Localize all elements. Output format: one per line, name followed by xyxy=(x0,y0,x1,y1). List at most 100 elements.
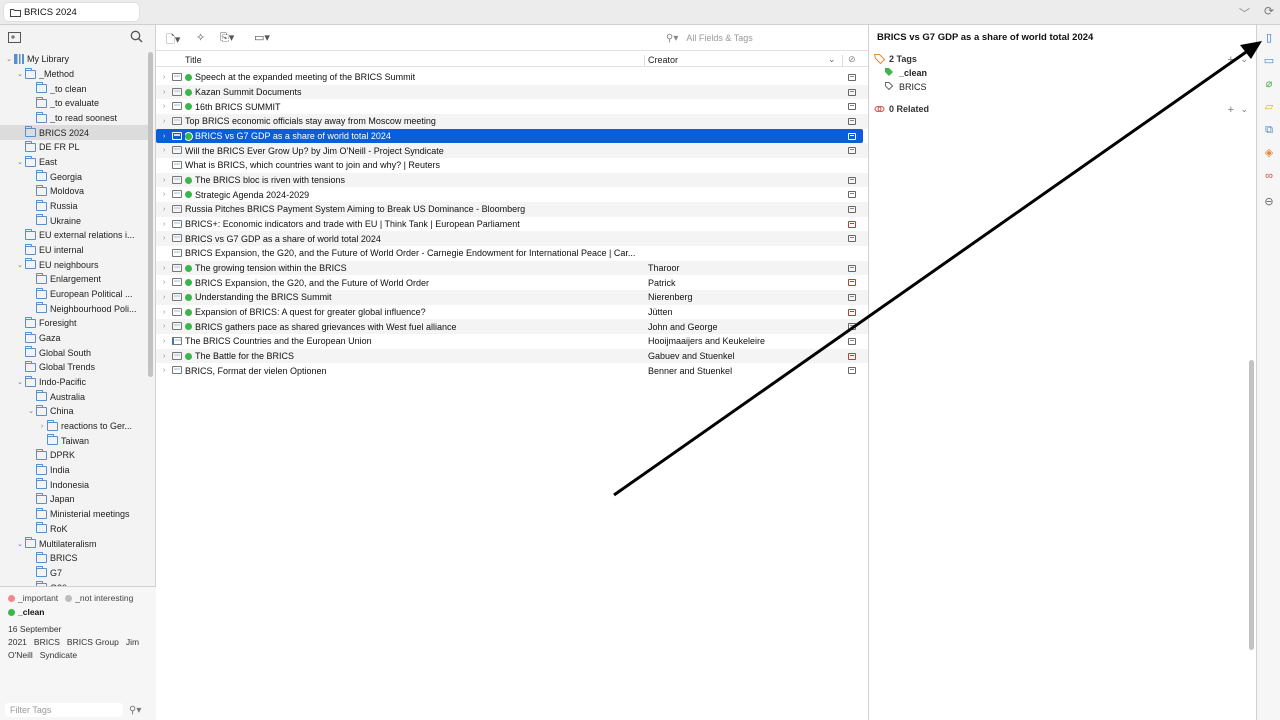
magic-wand-icon[interactable]: ✧ xyxy=(196,31,205,44)
creator-column-header[interactable]: Creator xyxy=(648,55,678,65)
search-bar[interactable]: ⚲▾ All Fields & Tags xyxy=(666,31,866,45)
filter-icon[interactable]: ⚲▾ xyxy=(129,705,141,716)
collection-item[interactable]: Global South xyxy=(0,345,148,360)
snapshot-icon[interactable] xyxy=(848,132,856,140)
collection-item[interactable]: ⌄ EU neighbours xyxy=(0,257,148,272)
tag-label[interactable]: BRICS Group xyxy=(67,637,119,647)
table-row[interactable]: › The BRICS bloc is riven with tensions xyxy=(156,172,868,188)
collection-tab[interactable]: BRICS 2024 xyxy=(4,3,139,21)
table-row[interactable]: › BRICS Expansion, the G20, and the Futur… xyxy=(156,275,868,290)
chevron-down-icon[interactable]: ⌄ xyxy=(26,407,36,415)
table-row[interactable]: › Will the BRICS Ever Grow Up? by Jim O'N… xyxy=(156,143,868,159)
table-row[interactable]: › 16th BRICS SUMMIT xyxy=(156,99,868,114)
snapshot-icon[interactable] xyxy=(848,147,856,155)
collection-item[interactable]: Australia xyxy=(0,389,148,404)
paperclip-icon[interactable]: ⊘ xyxy=(848,54,856,65)
chevron-right-icon[interactable]: › xyxy=(163,147,171,154)
snapshot-icon[interactable] xyxy=(848,323,856,331)
snapshot-icon[interactable] xyxy=(848,338,856,346)
chevron-down-icon[interactable]: ⌄ xyxy=(1240,104,1248,115)
tag-chip[interactable]: _not interesting xyxy=(65,593,133,603)
collection-item[interactable]: EU internal xyxy=(0,243,148,258)
table-row[interactable]: › BRICS gathers pace as shared grievances… xyxy=(156,319,868,335)
chevron-right-icon[interactable]: › xyxy=(163,221,171,228)
snapshot-icon[interactable] xyxy=(848,264,856,272)
collection-item[interactable]: Moldova xyxy=(0,184,148,199)
chevron-right-icon[interactable]: › xyxy=(163,206,171,213)
collection-item[interactable]: Ministerial meetings xyxy=(0,507,148,522)
chevron-right-icon[interactable]: › xyxy=(163,323,171,330)
search-icon[interactable] xyxy=(130,30,143,43)
filter-tags-input[interactable]: Filter Tags xyxy=(5,703,123,717)
collection-item[interactable]: Neighbourhood Poli... xyxy=(0,301,148,316)
snapshot-icon[interactable] xyxy=(848,118,856,126)
collection-item[interactable]: _to evaluate xyxy=(0,96,148,111)
attachments-icon[interactable]: ⌀ xyxy=(1262,77,1276,91)
table-row[interactable]: › The growing tension within the BRICS Tha… xyxy=(156,260,868,276)
chevron-down-icon[interactable]: ⌄ xyxy=(828,54,836,65)
snapshot-icon[interactable] xyxy=(848,235,856,243)
add-attachment-icon[interactable]: ⎘▾ xyxy=(220,31,234,45)
collection-item[interactable]: Ukraine xyxy=(0,213,148,228)
collection-item[interactable]: India xyxy=(0,463,148,478)
notes-icon[interactable]: ▱ xyxy=(1262,100,1276,114)
new-note-icon[interactable]: ▭▾ xyxy=(254,31,270,44)
chevron-right-icon[interactable]: › xyxy=(163,74,171,81)
title-column-header[interactable]: Title xyxy=(185,55,202,65)
collection-item[interactable]: RoK xyxy=(0,522,148,537)
tag-item[interactable]: BRICS xyxy=(885,82,1234,92)
table-row[interactable]: › Speech at the expanded meeting of the B… xyxy=(156,70,868,85)
chevron-right-icon[interactable]: › xyxy=(163,103,171,110)
collection-item[interactable]: ⌄ Indo-Pacific xyxy=(0,375,148,390)
table-row[interactable]: BRICS Expansion, the G20, and the Future… xyxy=(156,246,868,261)
chevron-down-icon[interactable]: ⌄ xyxy=(4,55,14,63)
table-row[interactable]: › Understanding the BRICS Summit Nierenber… xyxy=(156,290,868,305)
collection-item[interactable]: ⌄ My Library xyxy=(0,52,148,67)
collection-item[interactable]: ⌄ East xyxy=(0,155,148,170)
search-input[interactable]: All Fields & Tags xyxy=(686,33,752,43)
collection-item[interactable]: G7 xyxy=(0,566,148,581)
collection-item[interactable]: Enlargement xyxy=(0,272,148,287)
chevron-right-icon[interactable]: › xyxy=(163,338,171,345)
new-item-icon[interactable]: 🗋▾ xyxy=(166,31,180,50)
collection-item[interactable]: _to clean xyxy=(0,81,148,96)
pdf-icon[interactable] xyxy=(848,279,856,287)
snapshot-icon[interactable] xyxy=(848,294,856,302)
chevron-right-icon[interactable]: › xyxy=(163,309,171,316)
table-row[interactable]: › The BRICS Countries and the European Un… xyxy=(156,334,868,349)
collection-item[interactable]: BRICS 2024 xyxy=(0,125,148,141)
chevron-right-icon[interactable]: › xyxy=(163,294,171,301)
snapshot-icon[interactable] xyxy=(848,176,856,184)
chevron-down-icon[interactable]: ⌄ xyxy=(15,540,25,548)
new-collection-icon[interactable] xyxy=(8,31,22,43)
pdf-icon[interactable] xyxy=(848,308,856,316)
table-row[interactable]: › Strategic Agenda 2024-2029 xyxy=(156,187,868,202)
chevron-right-icon[interactable]: › xyxy=(163,279,171,286)
collection-item[interactable]: ⌄ Multilateralism xyxy=(0,536,148,551)
tag-item[interactable]: _clean xyxy=(885,68,1234,78)
collection-item[interactable]: Russia xyxy=(0,199,148,214)
abstract-icon[interactable]: ▭ xyxy=(1262,54,1276,68)
tag-label[interactable]: Syndicate xyxy=(40,650,77,660)
locate-icon[interactable]: ⊖ xyxy=(1262,195,1276,209)
chevron-down-icon[interactable]: ⌄ xyxy=(15,378,25,386)
chevron-down-icon[interactable]: ⌄ xyxy=(15,158,25,166)
pdf-icon[interactable] xyxy=(848,352,856,360)
table-row[interactable]: › BRICS+: Economic indicators and trade w… xyxy=(156,217,868,232)
libraries-collections-icon[interactable]: ⧉ xyxy=(1262,123,1276,137)
chevron-right-icon[interactable]: › xyxy=(37,423,47,430)
collection-item[interactable]: Foresight xyxy=(0,316,148,331)
chevron-right-icon[interactable]: › xyxy=(163,118,171,125)
table-row[interactable]: › Expansion of BRICS: A quest for greater… xyxy=(156,305,868,320)
collection-item[interactable]: European Political ... xyxy=(0,287,148,302)
collection-item[interactable]: ⌄ _Method xyxy=(0,67,148,82)
tag-chip[interactable]: _clean xyxy=(8,607,44,617)
chevron-right-icon[interactable]: › xyxy=(163,177,171,184)
info-icon[interactable]: ▯ xyxy=(1262,31,1276,45)
chevron-down-icon[interactable]: ⌄ xyxy=(15,70,25,78)
chevron-down-icon[interactable]: ⌄ xyxy=(1240,54,1248,65)
scrollbar[interactable] xyxy=(1249,360,1254,650)
table-row[interactable]: › BRICS vs G7 GDP as a share of world tot… xyxy=(156,128,863,144)
collection-item[interactable]: Japan xyxy=(0,492,148,507)
collection-item[interactable]: Taiwan xyxy=(0,433,148,448)
